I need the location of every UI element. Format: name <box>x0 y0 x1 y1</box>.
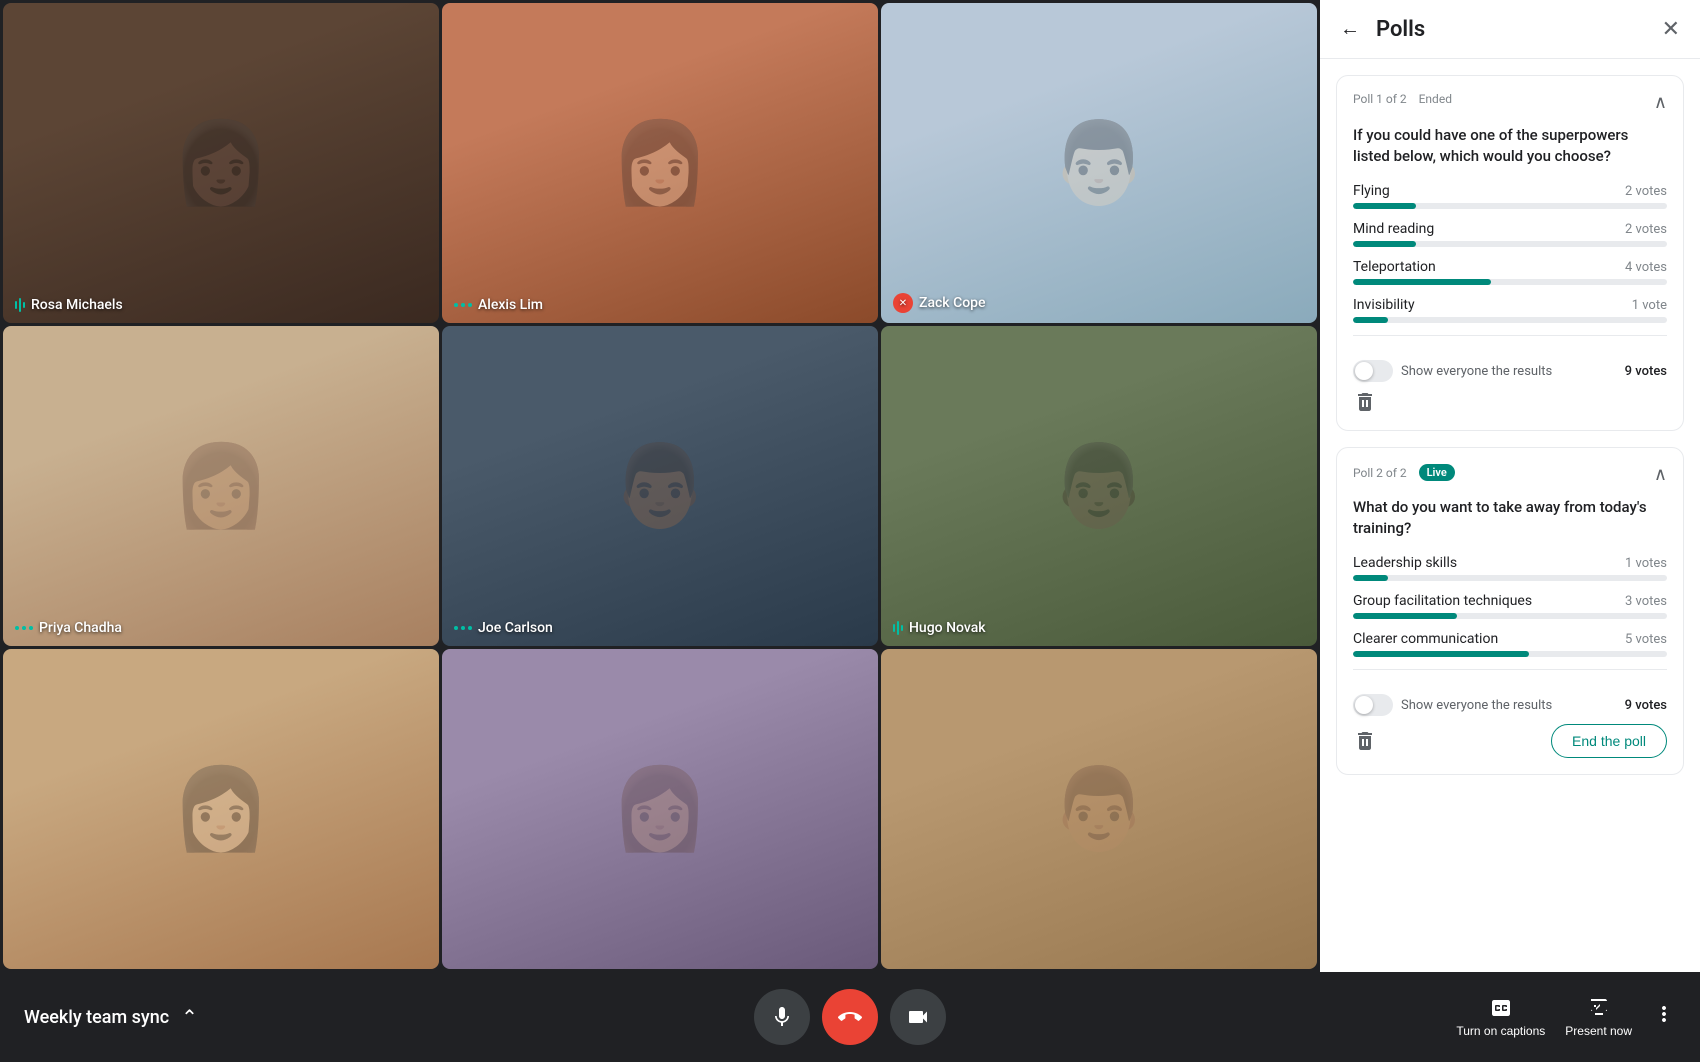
video-cell-8: 👩🏽 <box>442 649 878 969</box>
dots-icon-2 <box>454 303 472 307</box>
poll-2-show-results-label: Show everyone the results <box>1401 698 1552 713</box>
captions-label: Turn on captions <box>1456 1024 1545 1038</box>
video-cell-9: 👨🏽 <box>881 649 1317 969</box>
video-cell-6: 👨🏿 Hugo Novak <box>881 326 1317 646</box>
mic-muted-icon-3: ✕ <box>893 293 913 313</box>
audio-active-icon-6 <box>893 621 903 635</box>
polls-header-left: ← Polls <box>1340 17 1425 42</box>
poll-1-status: Ended <box>1419 92 1452 106</box>
poll-2-footer: Show everyone the results 9 votes <box>1353 682 1667 716</box>
camera-button[interactable] <box>890 989 946 1045</box>
poll-1-option-3: Teleportation 4 votes <box>1353 259 1667 285</box>
video-cell-4: 👩🏽 Priya Chadha <box>3 326 439 646</box>
participant-name-6: Hugo Novak <box>893 620 986 636</box>
present-now-button[interactable]: Present now <box>1565 996 1632 1038</box>
poll-2-total-votes: 9 votes <box>1625 698 1667 713</box>
end-call-button[interactable] <box>822 989 878 1045</box>
poll-card-2: Poll 2 of 2 Live ∧ What do you want to t… <box>1336 447 1684 775</box>
captions-icon <box>1489 996 1513 1020</box>
poll-2-actions: End the poll <box>1353 724 1667 758</box>
poll-1-collapse-button[interactable]: ∧ <box>1654 92 1667 113</box>
captions-button[interactable]: Turn on captions <box>1456 996 1545 1038</box>
poll-1-footer: Show everyone the results 9 votes <box>1353 348 1667 382</box>
trash-icon-2 <box>1353 729 1377 753</box>
present-icon <box>1587 996 1611 1020</box>
bottom-center <box>754 989 946 1045</box>
poll-1-total-votes: 9 votes <box>1625 364 1667 379</box>
more-options-button[interactable] <box>1652 1001 1676 1033</box>
participant-name-3: ✕ Zack Cope <box>893 293 986 313</box>
participant-name-2: Alexis Lim <box>454 297 543 313</box>
polls-header: ← Polls ✕ <box>1320 0 1700 59</box>
video-cell-1: 👩🏿 Rosa Michaels <box>3 3 439 323</box>
polls-title: Polls <box>1376 17 1425 42</box>
poll-1-header: Poll 1 of 2 Ended ∧ <box>1353 92 1667 113</box>
present-label: Present now <box>1565 1024 1632 1038</box>
poll-1-show-results-toggle[interactable] <box>1353 360 1393 382</box>
mic-button[interactable] <box>754 989 810 1045</box>
video-grid: 👩🏿 Rosa Michaels 👩🏻 Alexis Lim <box>0 0 1320 972</box>
poll-2-status: Live <box>1419 464 1455 481</box>
poll-card-1: Poll 1 of 2 Ended ∧ If you could have on… <box>1336 75 1684 431</box>
poll-1-option-4: Invisibility 1 vote <box>1353 297 1667 323</box>
poll-1-option-1: Flying 2 votes <box>1353 183 1667 209</box>
video-cell-7: 👩🏻 <box>3 649 439 969</box>
back-button[interactable]: ← <box>1340 18 1360 41</box>
poll-2-show-results-toggle[interactable] <box>1353 694 1393 716</box>
dots-icon-4 <box>15 626 33 630</box>
poll-2-header: Poll 2 of 2 Live ∧ <box>1353 464 1667 485</box>
end-call-icon <box>838 1005 862 1029</box>
bottom-left: Weekly team sync ⌃ <box>24 1001 324 1034</box>
meeting-info-chevron-button[interactable]: ⌃ <box>177 1001 202 1034</box>
poll-1-option-2: Mind reading 2 votes <box>1353 221 1667 247</box>
poll-2-option-2: Group facilitation techniques 3 votes <box>1353 593 1667 619</box>
poll-1-delete-button[interactable] <box>1353 390 1377 414</box>
poll-2-option-1: Leadership skills 1 votes <box>1353 555 1667 581</box>
poll-2-delete-button[interactable] <box>1353 729 1377 753</box>
poll-1-meta: Poll 1 of 2 <box>1353 92 1407 106</box>
participant-name-5: Joe Carlson <box>454 620 553 636</box>
end-poll-button[interactable]: End the poll <box>1551 724 1667 758</box>
mic-icon <box>770 1005 794 1029</box>
camera-icon <box>906 1005 930 1029</box>
video-cell-2: 👩🏻 Alexis Lim <box>442 3 878 323</box>
audio-active-icon-1 <box>15 298 25 312</box>
poll-1-show-results-label: Show everyone the results <box>1401 364 1552 379</box>
meeting-title: Weekly team sync <box>24 1007 169 1028</box>
bottom-bar: Weekly team sync ⌃ Turn on <box>0 972 1700 1062</box>
more-options-icon <box>1652 1002 1676 1026</box>
close-button[interactable]: ✕ <box>1662 16 1680 42</box>
poll-2-question: What do you want to take away from today… <box>1353 497 1667 539</box>
polls-panel: ← Polls ✕ Poll 1 of 2 Ended ∧ If you cou… <box>1320 0 1700 972</box>
bottom-right: Turn on captions Present now <box>1376 996 1676 1038</box>
participant-name-1: Rosa Michaels <box>15 297 123 313</box>
poll-2-collapse-button[interactable]: ∧ <box>1654 464 1667 485</box>
poll-2-show-results-row: Show everyone the results <box>1353 694 1552 716</box>
video-cell-5: 👨🏾 Joe Carlson <box>442 326 878 646</box>
polls-content: Poll 1 of 2 Ended ∧ If you could have on… <box>1320 59 1700 972</box>
participant-name-4: Priya Chadha <box>15 620 122 636</box>
poll-1-question: If you could have one of the superpowers… <box>1353 125 1667 167</box>
trash-icon <box>1353 390 1377 414</box>
poll-1-show-results-row: Show everyone the results <box>1353 360 1552 382</box>
poll-2-meta: Poll 2 of 2 <box>1353 466 1407 480</box>
dots-icon-5 <box>454 626 472 630</box>
poll-1-actions <box>1353 390 1667 414</box>
video-cell-3: 👨🏻 ✕ Zack Cope <box>881 3 1317 323</box>
poll-2-option-3: Clearer communication 5 votes <box>1353 631 1667 657</box>
